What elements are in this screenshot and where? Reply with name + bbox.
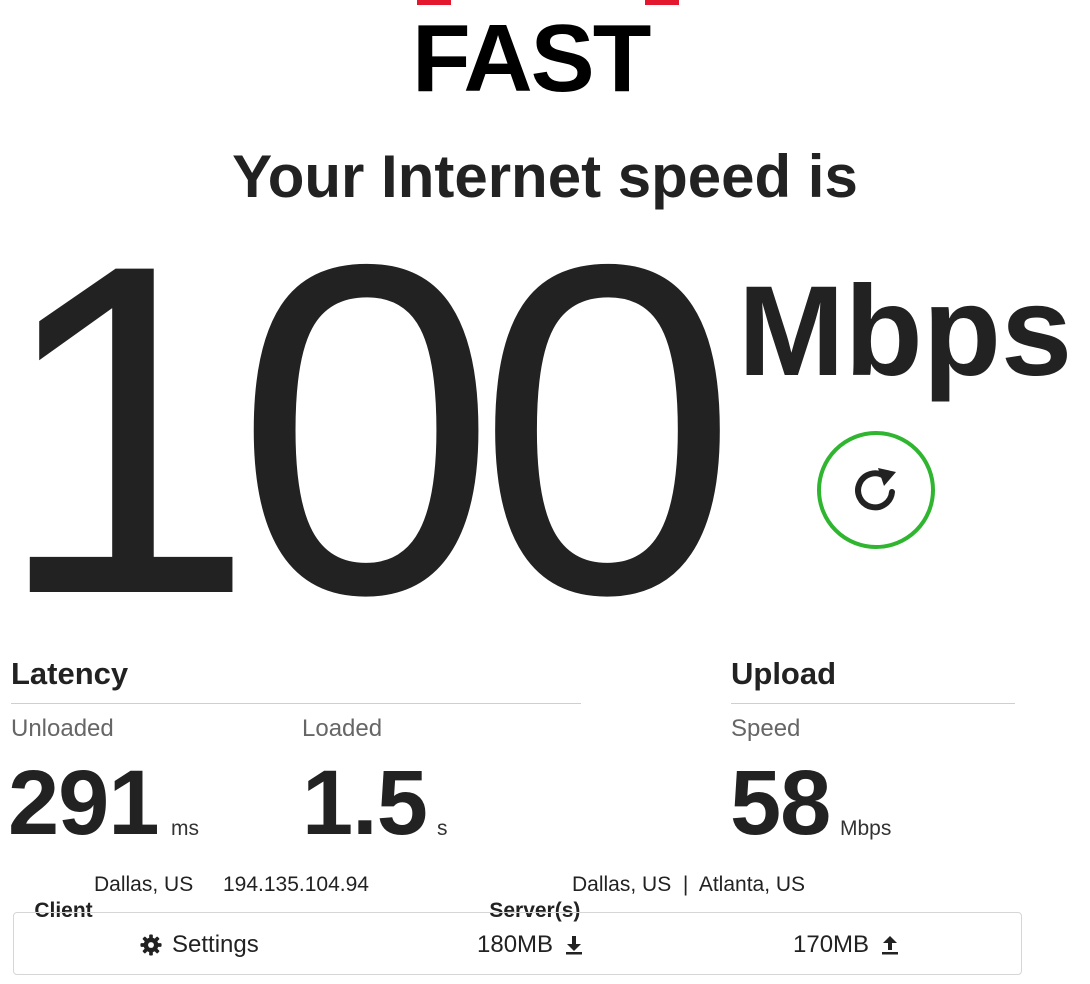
client-ip: 194.135.104.94 — [223, 873, 369, 896]
unloaded-latency-unit: ms — [171, 817, 199, 840]
upload-data-usage: 170MB — [793, 913, 899, 976]
download-speed-value: 100 — [0, 167, 738, 692]
client-location: Dallas, US — [94, 873, 194, 896]
upload-speed-value: 58 — [730, 752, 831, 854]
server-list: Dallas, US | Atlanta, US — [572, 873, 806, 896]
unloaded-latency-value: 291 — [8, 752, 159, 854]
upload-title: Upload — [731, 656, 837, 691]
download-data-usage: 180MB — [477, 913, 583, 976]
settings-label: Settings — [172, 930, 259, 958]
loaded-latency-label: Loaded — [302, 715, 383, 742]
upload-icon — [882, 935, 899, 954]
refresh-button[interactable] — [817, 431, 935, 549]
upload-data-value: 170MB — [793, 930, 870, 958]
upload-divider — [731, 703, 1015, 704]
upload-speed-unit: Mbps — [840, 817, 892, 840]
footer-bar: Settings 180MB 170MB — [13, 912, 1022, 975]
download-data-value: 180MB — [477, 930, 554, 958]
unloaded-latency-label: Unloaded — [11, 715, 114, 742]
loaded-latency-value: 1.5 — [302, 752, 428, 854]
loaded-latency-unit: s — [437, 817, 448, 840]
gear-icon — [140, 933, 162, 956]
latency-title: Latency — [11, 656, 129, 691]
settings-button[interactable]: Settings — [140, 913, 259, 976]
upload-speed-label: Speed — [731, 715, 801, 742]
speed-test-page: FAST Your Internet speed is 100 Mbps Lat… — [0, 0, 1090, 984]
logo: FAST — [412, 5, 651, 112]
logo-accent-right — [645, 0, 679, 5]
download-icon — [566, 935, 583, 954]
refresh-icon — [855, 468, 896, 511]
latency-divider — [11, 703, 581, 704]
download-speed-unit: Mbps — [738, 260, 1073, 403]
